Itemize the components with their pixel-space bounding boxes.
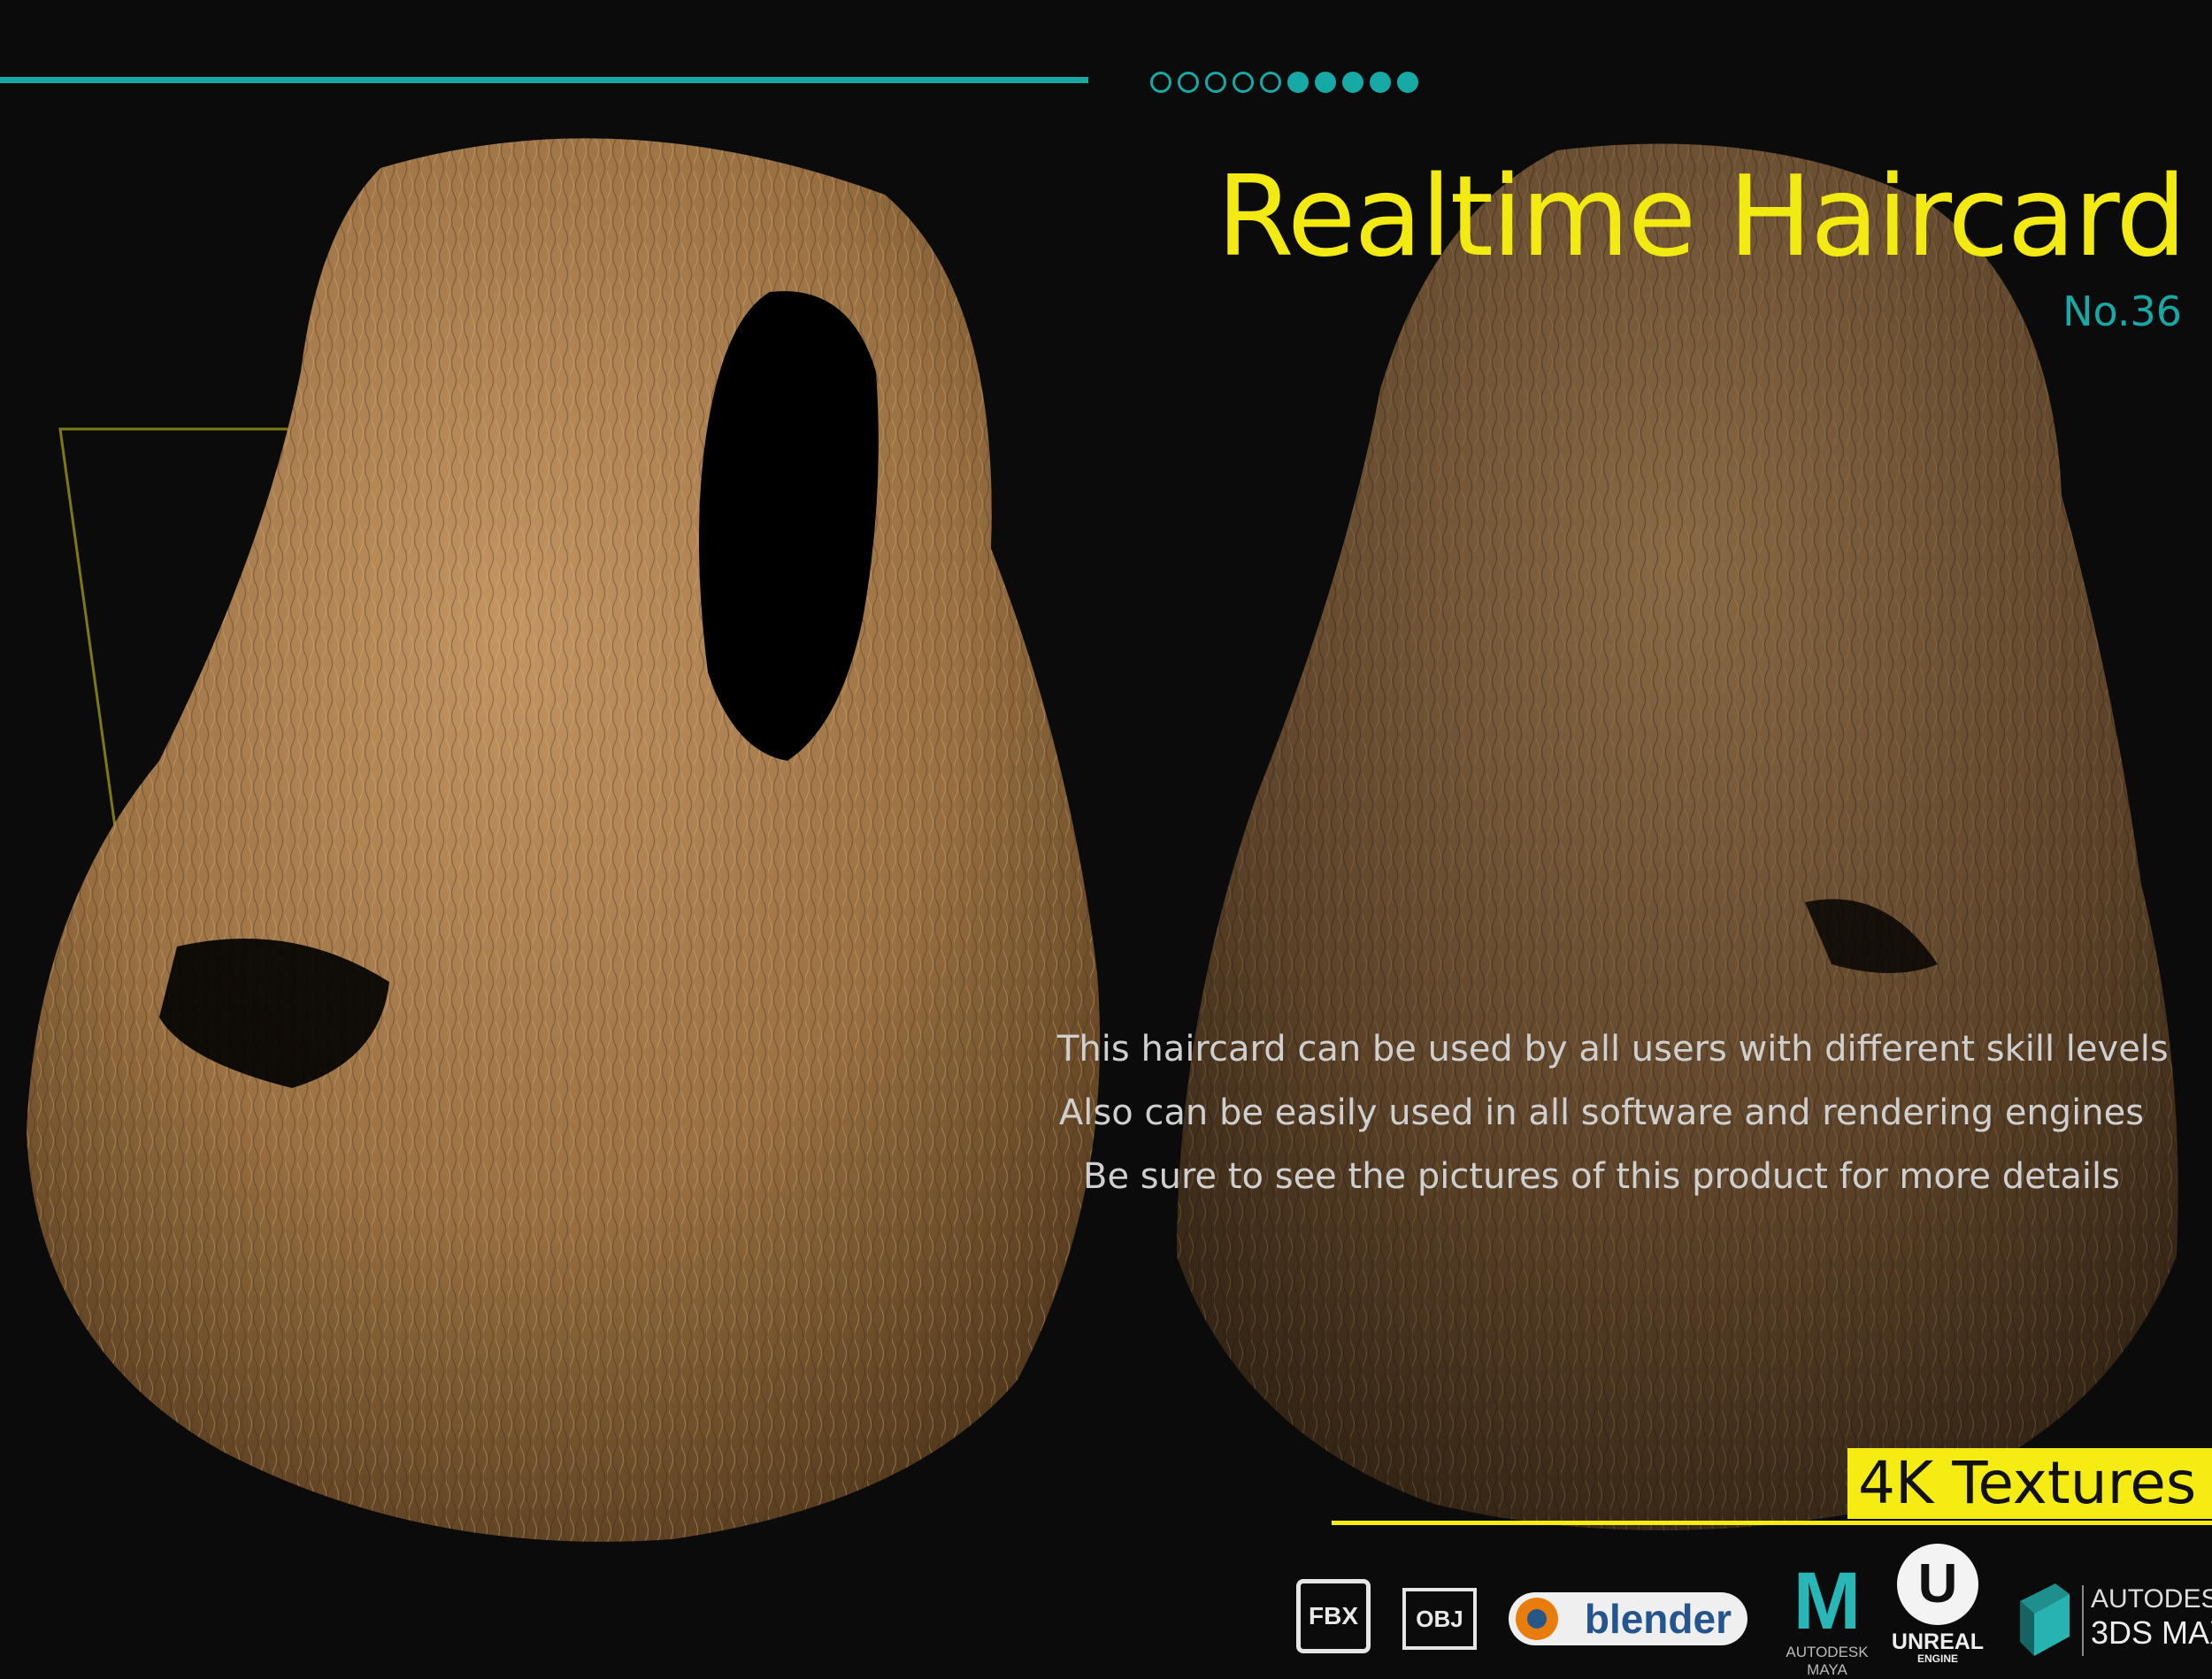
unreal-logo: U UNREAL ENGINE bbox=[1880, 1544, 1995, 1664]
description-line: Also can be easily used in all software … bbox=[1058, 1092, 2145, 1133]
progress-dot bbox=[1260, 72, 1281, 93]
3dsmax-mark-icon bbox=[2020, 1583, 2070, 1656]
progress-dot bbox=[1370, 72, 1391, 93]
logo-separator bbox=[2082, 1585, 2084, 1656]
blender-ring-icon bbox=[1516, 1598, 1558, 1640]
maya-brand: AUTODESK bbox=[1786, 1644, 1869, 1660]
3dsmax-name: 3DS MAX bbox=[2091, 1614, 2212, 1651]
blender-logo: blender bbox=[1509, 1592, 1747, 1645]
badge-underline bbox=[1332, 1521, 2212, 1525]
maya-m-icon: M bbox=[1793, 1556, 1862, 1646]
progress-dot bbox=[1178, 72, 1199, 93]
progress-dot bbox=[1342, 72, 1363, 93]
hair-front-view bbox=[27, 138, 1101, 1542]
description-line: Be sure to see the pictures of this prod… bbox=[1083, 1156, 2120, 1197]
description: This haircard can be used by all users w… bbox=[1057, 1017, 2169, 1208]
maya-name: MAYA bbox=[1807, 1661, 1847, 1678]
obj-icon: OBJ bbox=[1402, 1588, 1477, 1650]
progress-dot bbox=[1315, 72, 1336, 93]
3dsmax-brand: AUTODESK bbox=[2091, 1584, 2212, 1614]
page-title: Realtime Haircard bbox=[1217, 151, 2186, 281]
progress-dot bbox=[1150, 72, 1171, 93]
progress-dots bbox=[1150, 72, 1418, 93]
textures-badge: 4K Textures bbox=[1847, 1448, 2212, 1519]
progress-dot bbox=[1205, 72, 1226, 93]
progress-dot bbox=[1233, 72, 1254, 93]
top-accent-line bbox=[0, 77, 1088, 83]
unreal-u-icon: U bbox=[1897, 1544, 1978, 1625]
product-banner: Realtime Haircard No.36 This haircard ca… bbox=[0, 0, 2212, 1678]
hair-back-view bbox=[1177, 143, 2178, 1530]
blender-label: blender bbox=[1584, 1596, 1732, 1642]
progress-dot bbox=[1397, 72, 1418, 93]
product-number: No.36 bbox=[2062, 288, 2182, 335]
description-line: This haircard can be used by all users w… bbox=[1057, 1029, 2169, 1070]
fbx-icon: FBX bbox=[1296, 1579, 1371, 1653]
unreal-name: UNREAL bbox=[1891, 1629, 1985, 1654]
maya-logo: M AUTODESK MAYA bbox=[1774, 1559, 1880, 1679]
progress-dot bbox=[1287, 72, 1309, 93]
unreal-sub: ENGINE bbox=[1916, 1652, 1958, 1665]
3dsmax-logo: AUTODESK 3DS MAX bbox=[2020, 1583, 2212, 1659]
